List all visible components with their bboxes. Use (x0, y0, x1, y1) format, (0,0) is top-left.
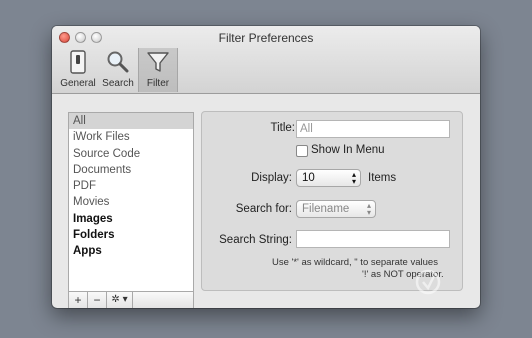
show-in-menu-label: Show In Menu (311, 144, 385, 156)
display-label: Display: (251, 172, 292, 184)
display-count-popup[interactable]: 10 ▴ ▾ (296, 169, 361, 187)
popup-arrows-icon: ▴ ▾ (351, 170, 356, 186)
title-bar: Filter Preferences General Search Filter (52, 26, 480, 94)
search-for-popup[interactable]: Filename ▴ ▾ (296, 200, 376, 218)
toolbar-search[interactable]: Search (98, 48, 138, 92)
search-for-label: Search for: (235, 203, 292, 215)
list-item[interactable]: Images (69, 211, 193, 227)
list-item[interactable]: Apps (69, 243, 193, 259)
toolbar-filter-label: Filter (146, 78, 170, 89)
search-for-value: Filename (302, 203, 350, 215)
popup-arrows-icon: ▴ ▾ (366, 201, 371, 217)
remove-filter-button[interactable]: − (88, 292, 107, 308)
toolbar-general-label: General (60, 78, 96, 89)
search-string-label: Search String: (219, 234, 292, 246)
filter-list: All iWork Files Source Code Documents PD… (68, 112, 194, 292)
preferences-toolbar: General Search Filter (58, 48, 178, 92)
toolbar-search-label: Search (102, 78, 134, 89)
list-item[interactable]: PDF (69, 178, 193, 194)
display-unit-label: Items (368, 172, 397, 184)
general-switch-icon (70, 50, 86, 74)
funnel-icon (147, 52, 169, 72)
list-footer-bar: + − ✲ ▾ (68, 291, 194, 308)
display-count-value: 10 (302, 172, 315, 184)
magnifier-icon (107, 51, 129, 73)
window-title: Filter Preferences (218, 31, 314, 45)
toolbar-general[interactable]: General (58, 48, 98, 92)
list-item[interactable]: iWork Files (69, 129, 193, 145)
add-filter-button[interactable]: + (69, 292, 88, 308)
filter-settings-pane: Title: All Show In Menu Display: 10 ▴ ▾ I… (201, 111, 463, 291)
list-item[interactable]: Documents (69, 162, 193, 178)
gear-menu-button[interactable]: ✲ ▾ (107, 292, 133, 308)
search-string-field[interactable] (296, 230, 450, 248)
list-item[interactable]: All (69, 113, 193, 130)
list-item[interactable]: Movies (69, 194, 193, 210)
show-in-menu-checkbox[interactable] (296, 145, 308, 157)
list-item[interactable]: Folders (69, 227, 193, 243)
watermark-logo (415, 269, 441, 295)
toolbar-filter[interactable]: Filter (138, 48, 178, 92)
title-label: Title: (270, 122, 296, 134)
list-item[interactable]: Source Code (69, 146, 193, 162)
title-field[interactable]: All (296, 120, 450, 138)
